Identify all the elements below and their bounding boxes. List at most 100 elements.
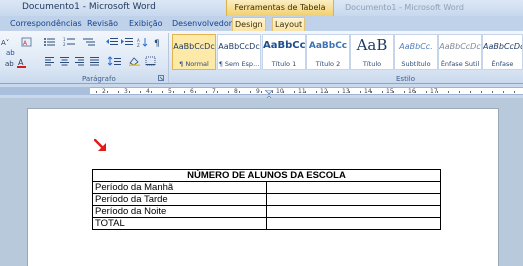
ruler-tick bbox=[382, 91, 383, 93]
style-sample: AaBbCcDc bbox=[218, 42, 260, 51]
ruler-tick bbox=[316, 91, 317, 93]
ruler-tick bbox=[349, 91, 350, 93]
justify-icon[interactable] bbox=[88, 55, 100, 66]
paragraph-group-label: Parágrafo bbox=[82, 75, 116, 83]
style-normal[interactable]: AaBbCcDc ¶ Normal bbox=[172, 34, 216, 70]
svg-text:2: 2 bbox=[63, 42, 66, 47]
word-window: Documento1 - Microsoft Word Ferramentas … bbox=[0, 0, 523, 266]
font-color-icon[interactable]: A bbox=[15, 57, 27, 68]
ruler-tick bbox=[96, 91, 97, 93]
increase-indent-icon[interactable] bbox=[120, 36, 133, 47]
table-tools-label: Ferramentas de Tabela bbox=[234, 3, 326, 12]
ruler-number: 2 bbox=[102, 88, 106, 95]
style-titulo[interactable]: AaB Título bbox=[350, 34, 394, 70]
table-row: Período da Tarde bbox=[92, 193, 441, 206]
show-formatting-marks-icon[interactable]: ¶ bbox=[151, 36, 163, 47]
table-cell-label[interactable]: Período da Noite bbox=[92, 205, 267, 218]
svg-text:ab: ab bbox=[5, 60, 14, 68]
horizontal-ruler[interactable]: 3 2 1 1 2 3 4 5 6 7 8 9 10 11 12 13 14 1… bbox=[0, 84, 523, 101]
style-name: Título bbox=[362, 60, 382, 68]
ruler-tick bbox=[206, 91, 207, 93]
tab-desenvolvedor[interactable]: Desenvolvedor bbox=[170, 17, 234, 31]
ruler-number: 9 bbox=[256, 88, 260, 95]
style-sem-espacamento[interactable]: AaBbCcDc ¶ Sem Esp... bbox=[217, 34, 261, 70]
style-name: Ênfase Sutil bbox=[440, 60, 480, 68]
ruler-tick bbox=[514, 91, 515, 93]
ribbon: A˅ ab A ab A 12 AZ ¶ Parágrafo AaBbCcDc … bbox=[0, 31, 523, 84]
align-right-icon[interactable] bbox=[73, 55, 85, 66]
table-tools-context-label: Ferramentas de Tabela bbox=[226, 0, 334, 16]
tab-exibicao[interactable]: Exibição bbox=[127, 17, 165, 31]
align-left-icon[interactable] bbox=[43, 55, 55, 66]
ruler-number: 4 bbox=[146, 88, 150, 95]
shading-icon[interactable] bbox=[127, 55, 140, 66]
ruler-tick bbox=[327, 91, 328, 93]
svg-text:ab: ab bbox=[6, 49, 15, 57]
tab-correspondencias[interactable]: Correspondências bbox=[8, 17, 84, 31]
style-titulo-1[interactable]: AaBbCc Título 1 bbox=[262, 34, 306, 70]
styles-group-label: Estilo bbox=[396, 75, 415, 83]
ruler-tick bbox=[338, 91, 339, 93]
style-enfase[interactable]: AaBbCcDc Ênfase bbox=[482, 34, 523, 70]
table-cell-value[interactable] bbox=[266, 205, 441, 218]
style-subtitulo[interactable]: AaBbCc. Subtítulo bbox=[394, 34, 438, 70]
ruler-number: 3 bbox=[124, 88, 128, 95]
group-separator bbox=[168, 33, 169, 83]
table-cell-value[interactable] bbox=[266, 181, 441, 194]
ruler-tick bbox=[261, 91, 262, 93]
table-cell-label[interactable]: TOTAL bbox=[92, 217, 267, 230]
style-sample: AaB bbox=[356, 36, 388, 54]
numbering-icon[interactable]: 12 bbox=[62, 36, 75, 47]
ruler-tick bbox=[184, 91, 185, 93]
tab-design[interactable]: Design bbox=[232, 17, 266, 31]
decrease-indent-icon[interactable] bbox=[105, 36, 118, 47]
borders-icon[interactable] bbox=[144, 55, 156, 66]
style-name: ¶ Sem Esp... bbox=[218, 60, 260, 68]
paragraph-dialog-launcher-icon[interactable] bbox=[157, 74, 165, 82]
table-cell-label[interactable]: Período da Tarde bbox=[92, 193, 267, 206]
clear-formatting-icon[interactable]: A bbox=[20, 36, 32, 47]
ruler-tick bbox=[195, 91, 196, 93]
bullets-icon[interactable] bbox=[42, 36, 55, 47]
ruler-tick bbox=[481, 91, 482, 93]
underline-icon[interactable]: ab bbox=[2, 57, 14, 68]
ruler-tick bbox=[404, 91, 405, 93]
table-row: TOTAL bbox=[92, 217, 441, 230]
style-name: Ênfase bbox=[491, 60, 514, 68]
ruler-tick bbox=[228, 91, 229, 93]
ruler-tick bbox=[283, 91, 284, 93]
align-center-icon[interactable] bbox=[58, 55, 70, 66]
table-row: Período da Manhã bbox=[92, 181, 441, 194]
ruler-tick bbox=[162, 91, 163, 93]
svg-text:¶: ¶ bbox=[154, 39, 160, 47]
style-titulo-2[interactable]: AaBbCc Título 2 bbox=[306, 34, 350, 70]
style-enfase-sutil[interactable]: AaBbCcDc Ênfase Sutil bbox=[438, 34, 482, 70]
ruler-number: 5 bbox=[168, 88, 172, 95]
ruler-tick bbox=[250, 91, 251, 93]
sort-icon[interactable]: AZ bbox=[136, 36, 148, 47]
students-table[interactable]: NÚMERO DE ALUNOS DA ESCOLA Período da Ma… bbox=[92, 169, 441, 230]
ruler-number: 6 bbox=[190, 88, 194, 95]
table-header-cell[interactable]: NÚMERO DE ALUNOS DA ESCOLA bbox=[92, 169, 441, 182]
ruler-tick bbox=[360, 91, 361, 93]
ruler-tick bbox=[151, 91, 152, 93]
ruler-tick bbox=[393, 91, 394, 93]
table-cell-value[interactable] bbox=[266, 217, 441, 230]
ruler-tick bbox=[129, 91, 130, 93]
style-sample: AaBbCc. bbox=[399, 42, 433, 51]
ruler-tick bbox=[415, 91, 416, 93]
svg-text:Z: Z bbox=[137, 43, 140, 47]
ruler-tick bbox=[459, 91, 460, 93]
multilevel-list-icon[interactable] bbox=[82, 36, 95, 47]
text-effects-icon[interactable]: ab bbox=[4, 46, 16, 57]
table-cell-value[interactable] bbox=[266, 193, 441, 206]
tab-layout[interactable]: Layout bbox=[272, 17, 306, 31]
ruler-number: 7 bbox=[212, 88, 216, 95]
table-row: Período da Noite bbox=[92, 205, 441, 218]
ruler-tick bbox=[173, 91, 174, 93]
line-spacing-icon[interactable] bbox=[107, 55, 121, 66]
ruler-tick bbox=[107, 91, 108, 93]
tab-revisao[interactable]: Revisão bbox=[85, 17, 120, 31]
table-cell-label[interactable]: Período da Manhã bbox=[92, 181, 267, 194]
style-name: ¶ Normal bbox=[179, 60, 209, 68]
